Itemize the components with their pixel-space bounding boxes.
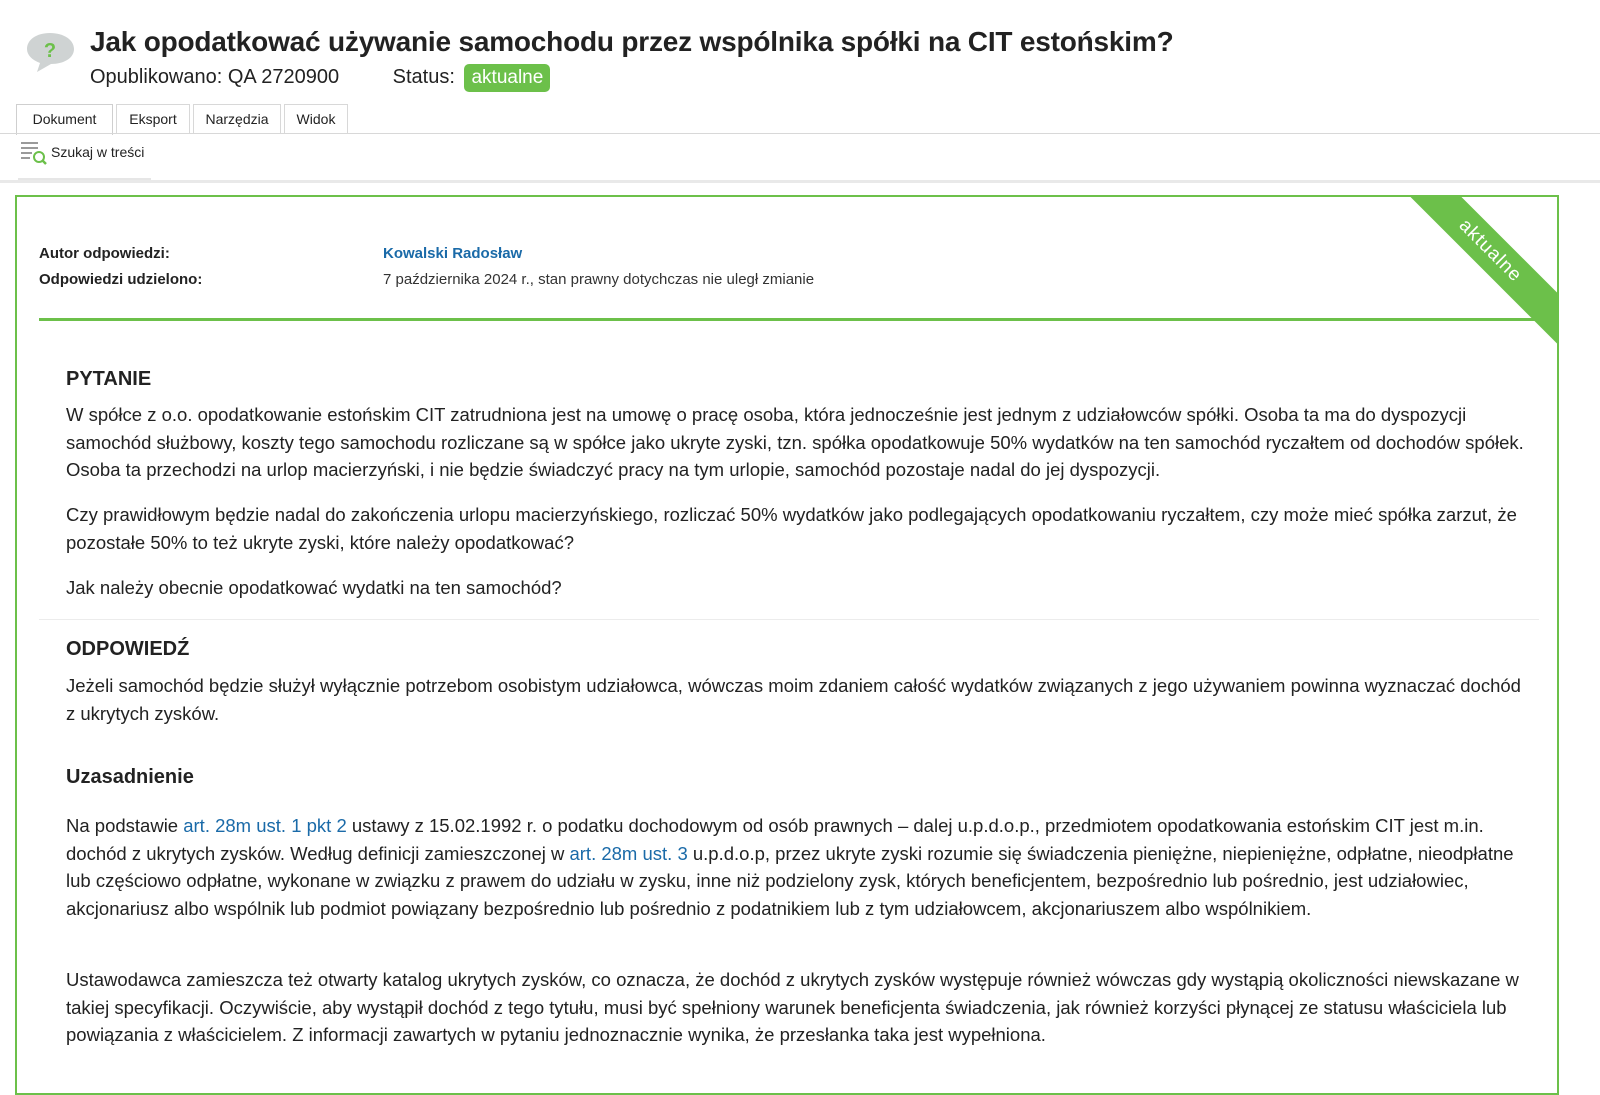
page-separator bbox=[0, 180, 1600, 183]
search-label: Szukaj w treści bbox=[51, 144, 145, 160]
question-paragraph-1: W spółce z o.o. opodatkowanie estońskim … bbox=[66, 404, 1524, 480]
question-section: PYTANIE bbox=[66, 368, 1526, 391]
document-header: ? Jak opodatkować używanie samochodu prz… bbox=[0, 0, 1600, 100]
search-lines-icon bbox=[21, 142, 47, 165]
question-heading: PYTANIE bbox=[66, 368, 152, 390]
tabs-divider bbox=[0, 133, 1600, 134]
question-bubble-icon: ? bbox=[27, 33, 74, 72]
document-meta: Opublikowano: QA 2720900 Status: aktualn… bbox=[90, 64, 551, 92]
section-divider bbox=[39, 619, 1539, 620]
status-badge: aktualne bbox=[464, 64, 551, 92]
question-paragraph-2: Czy prawidłowym będzie nadal do zakończe… bbox=[66, 504, 1517, 553]
tab-eksport[interactable]: Eksport bbox=[116, 104, 190, 133]
answer-section: ODPOWIEDŹ bbox=[66, 638, 1526, 661]
answered-label: Odpowiedzi udzielono: bbox=[39, 271, 203, 288]
svg-text:?: ? bbox=[44, 40, 56, 62]
status-ribbon: aktualne bbox=[1388, 197, 1557, 353]
published-value: QA 2720900 bbox=[227, 66, 340, 88]
law-link-art-28m-ust-3[interactable]: art. 28m ust. 3 bbox=[569, 843, 687, 864]
tab-narzedzia[interactable]: Narzędzia bbox=[193, 104, 281, 133]
justification-section: Uzasadnienie bbox=[66, 766, 1526, 789]
text: Na podstawie bbox=[66, 815, 184, 836]
header-divider bbox=[39, 318, 1539, 321]
page-title: Jak opodatkować używanie samochodu przez… bbox=[90, 26, 1174, 57]
document-card: aktualne Autor odpowiedzi: Kowalski Rado… bbox=[15, 195, 1559, 1095]
justification-heading: Uzasadnienie bbox=[66, 766, 194, 788]
tab-dokument[interactable]: Dokument bbox=[16, 104, 113, 135]
answer-heading: ODPOWIEDŹ bbox=[66, 638, 190, 660]
published-label: Opublikowano: bbox=[90, 66, 223, 88]
justification-paragraph-2: Ustawodawca zamieszcza też otwarty katal… bbox=[66, 969, 1519, 1045]
question-paragraph-3: Jak należy obecnie opodatkować wydatki n… bbox=[66, 577, 562, 598]
author-link[interactable]: Kowalski Radosław bbox=[383, 245, 522, 262]
author-label: Autor odpowiedzi: bbox=[39, 245, 170, 262]
answer-paragraph: Jeżeli samochód będzie służył wyłącznie … bbox=[66, 675, 1521, 724]
law-link-art-28m-ust-1-pkt-2[interactable]: art. 28m ust. 1 pkt 2 bbox=[183, 815, 347, 836]
search-in-content-button[interactable]: Szukaj w treści bbox=[18, 140, 151, 181]
justification-paragraph-1: Na podstawie art. 28m ust. 1 pkt 2 ustaw… bbox=[66, 812, 1526, 922]
tab-widok[interactable]: Widok bbox=[284, 104, 348, 133]
answered-value: 7 października 2024 r., stan prawny doty… bbox=[383, 271, 815, 288]
status-label: Status: bbox=[392, 66, 455, 88]
